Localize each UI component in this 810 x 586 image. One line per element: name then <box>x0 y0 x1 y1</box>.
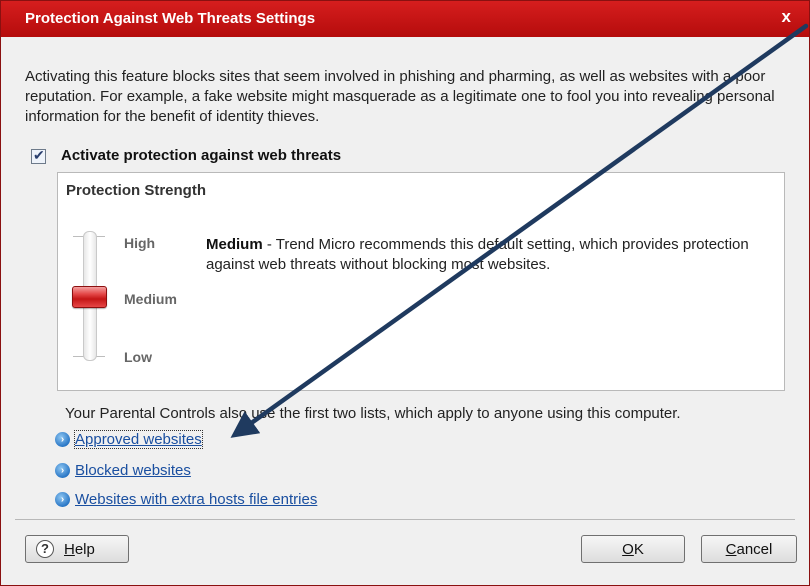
help-button[interactable]: ? Help <box>25 535 129 563</box>
chevron-right-circle-icon: › <box>55 492 70 507</box>
title-bar[interactable]: Protection Against Web Threats Settings … <box>1 1 809 37</box>
dialog-title: Protection Against Web Threats Settings <box>25 10 316 27</box>
checkmark-icon: ✔ <box>33 147 45 163</box>
protection-strength-title: Protection Strength <box>66 182 207 199</box>
chevron-right-circle-icon: › <box>55 463 70 478</box>
footer-divider <box>15 519 795 520</box>
level-medium-label[interactable]: Medium <box>124 291 177 307</box>
activate-protection-checkbox[interactable]: ✔ <box>31 147 46 164</box>
protection-strength-panel: Protection Strength High Medium Low Medi… <box>57 172 785 391</box>
hosts-file-websites-label[interactable]: Websites with extra hosts file entries <box>75 491 317 508</box>
parental-controls-note: Your Parental Controls also use the firs… <box>65 405 681 422</box>
chevron-right-circle-icon: › <box>55 432 70 447</box>
close-icon[interactable]: x <box>782 7 791 27</box>
question-icon: ? <box>36 540 54 558</box>
cancel-button[interactable]: Cancel <box>701 535 797 563</box>
level-description-name: Medium <box>206 236 263 253</box>
cancel-button-label: Cancel <box>725 541 773 558</box>
help-button-label: Help <box>64 541 95 558</box>
activate-protection-label[interactable]: Activate protection against web threats <box>61 147 341 164</box>
level-low-label[interactable]: Low <box>124 349 152 365</box>
level-high-label[interactable]: High <box>124 235 155 251</box>
ok-button[interactable]: OK <box>581 535 685 563</box>
strength-slider-thumb[interactable] <box>72 286 107 308</box>
intro-text: Activating this feature blocks sites tha… <box>25 68 775 125</box>
level-description: Medium - Trend Micro recommends this def… <box>206 235 776 275</box>
blocked-websites-label[interactable]: Blocked websites <box>75 462 191 479</box>
ok-button-label: OK <box>622 541 644 558</box>
level-description-text: - Trend Micro recommends this default se… <box>206 236 749 273</box>
approved-websites-label[interactable]: Approved websites <box>74 430 203 449</box>
settings-dialog: Protection Against Web Threats Settings … <box>0 0 810 586</box>
